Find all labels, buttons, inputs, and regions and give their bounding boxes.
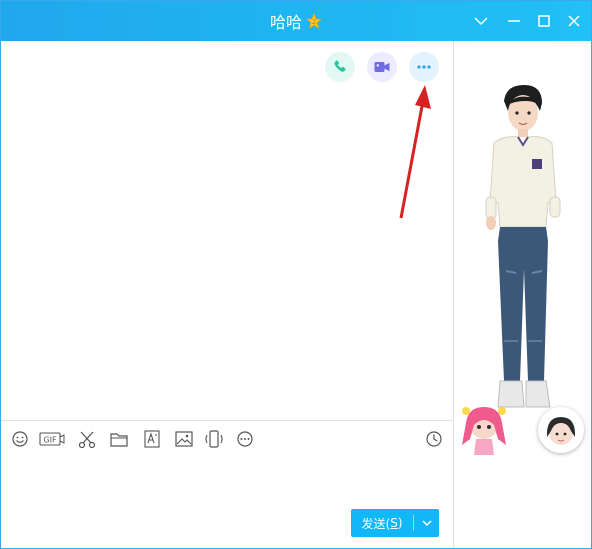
video-camera-icon xyxy=(374,62,390,72)
message-area[interactable] xyxy=(1,41,453,420)
window-title[interactable]: 哈哈 xyxy=(270,9,302,33)
clock-icon[interactable] xyxy=(425,429,443,449)
send-label-key: S xyxy=(390,516,398,530)
svg-text:Z: Z xyxy=(312,19,316,26)
friend-avatar[interactable] xyxy=(538,407,584,453)
shake-window-icon[interactable] xyxy=(204,429,224,449)
chat-window: 哈哈 Z GIF 发送(S) xyxy=(0,0,592,549)
voice-call-button[interactable] xyxy=(325,52,355,82)
chevron-down-icon xyxy=(421,520,432,527)
send-options-dropdown[interactable] xyxy=(414,509,439,537)
gif-icon[interactable]: GIF xyxy=(39,429,65,449)
font-style-icon[interactable] xyxy=(142,429,162,449)
send-button-group: 发送(S) xyxy=(351,509,439,537)
gif-label: GIF xyxy=(43,436,57,445)
more-options-button[interactable] xyxy=(409,52,439,82)
send-label-suffix: ) xyxy=(397,516,403,530)
chevron-down-icon[interactable] xyxy=(469,9,493,33)
image-icon[interactable] xyxy=(174,429,194,449)
phone-icon xyxy=(334,60,346,72)
close-icon[interactable] xyxy=(562,9,586,33)
video-call-button[interactable] xyxy=(367,52,397,82)
send-button[interactable]: 发送(S) xyxy=(351,509,413,537)
screenshot-scissors-icon[interactable] xyxy=(77,429,97,449)
more-tools-icon[interactable] xyxy=(236,429,254,449)
send-label-prefix: 发送( xyxy=(361,516,391,531)
message-input[interactable]: 发送(S) xyxy=(1,459,453,548)
title-bar: 哈哈 Z xyxy=(1,1,591,41)
anime-girl-avatar[interactable] xyxy=(454,401,514,461)
minimize-icon[interactable] xyxy=(502,9,526,33)
folder-icon[interactable] xyxy=(109,429,129,449)
red-arrow-annotation xyxy=(399,85,431,219)
more-dots-icon xyxy=(417,65,431,69)
star-badge-icon[interactable]: Z xyxy=(305,12,323,29)
emoji-icon[interactable] xyxy=(11,429,29,449)
show-panel xyxy=(454,41,591,548)
maximize-icon[interactable] xyxy=(532,9,556,33)
boy-show-figure[interactable] xyxy=(454,41,591,548)
input-toolbar: GIF xyxy=(1,420,453,459)
